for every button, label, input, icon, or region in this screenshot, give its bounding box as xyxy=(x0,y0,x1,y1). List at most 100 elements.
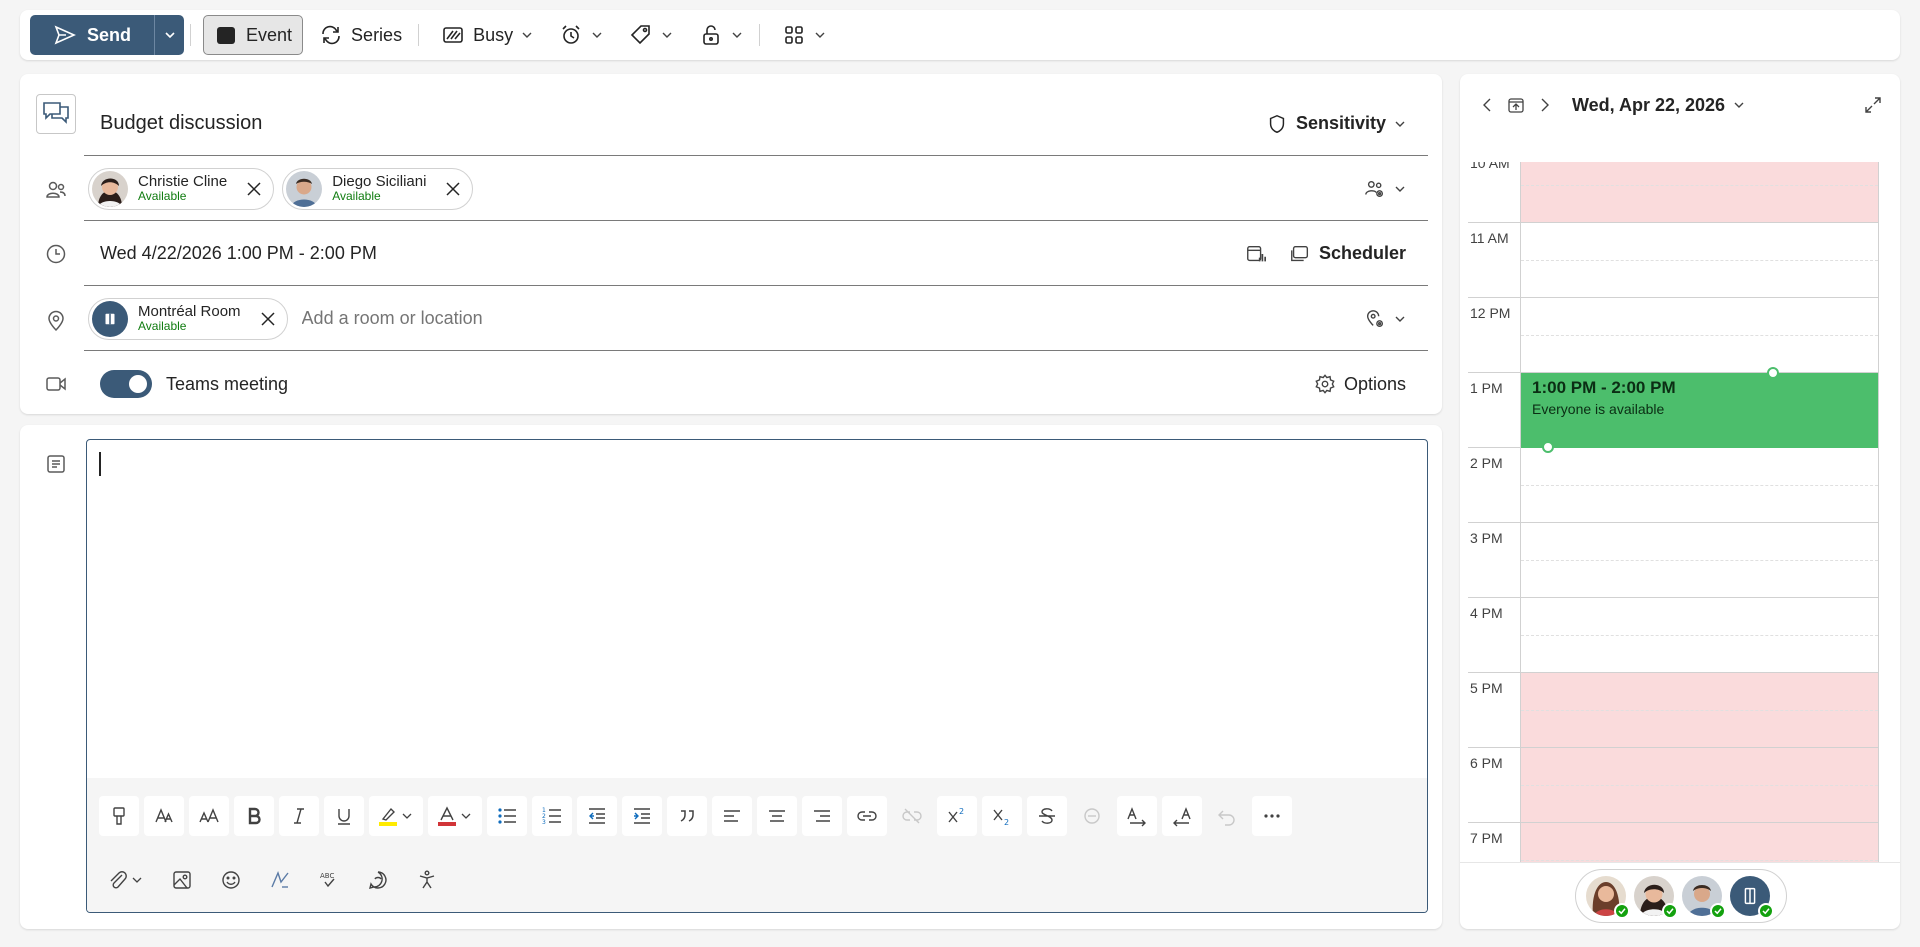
more-formatting-button[interactable] xyxy=(1252,796,1292,836)
format-painter-button[interactable] xyxy=(99,796,139,836)
show-as-dropdown[interactable]: Busy xyxy=(431,15,543,55)
previous-day-button[interactable] xyxy=(1474,91,1502,119)
accessibility-button[interactable] xyxy=(407,860,447,900)
font-button[interactable] xyxy=(144,796,184,836)
series-button[interactable]: Series xyxy=(309,15,412,55)
room-pill[interactable]: Montréal Room Available xyxy=(88,297,288,340)
increase-indent-button[interactable] xyxy=(622,796,662,836)
bullets-button[interactable] xyxy=(487,796,527,836)
resize-handle-top[interactable] xyxy=(1767,367,1779,379)
attach-file-button[interactable] xyxy=(99,860,153,900)
underline-button[interactable] xyxy=(324,796,364,836)
attendee-pill[interactable]: Christie Cline Available xyxy=(88,167,275,210)
numbering-button[interactable]: 123 xyxy=(532,796,572,836)
time-slot[interactable] xyxy=(1520,447,1878,522)
font-color-button[interactable] xyxy=(428,796,482,836)
day-timeline[interactable]: 10 AM 11 AM 12 PM 1 PM 2 PM 3 PM 4 PM 5 PM 6 PM 7… xyxy=(1460,162,1900,862)
reminder-dropdown[interactable] xyxy=(549,15,613,55)
accessibility-icon xyxy=(416,869,438,891)
insert-link-button[interactable] xyxy=(847,796,887,836)
italic-button[interactable] xyxy=(279,796,319,836)
attendee-avatar-group[interactable] xyxy=(1575,869,1787,923)
location-input[interactable] xyxy=(301,308,902,329)
editor-button[interactable]: ABC xyxy=(309,860,349,900)
clear-formatting-button[interactable] xyxy=(1072,796,1112,836)
attendee-avatar[interactable] xyxy=(1682,876,1726,919)
signature-button[interactable] xyxy=(260,860,300,900)
attendee-avatar[interactable] xyxy=(1586,876,1630,919)
highlight-button[interactable] xyxy=(369,796,423,836)
undo-button[interactable] xyxy=(1207,796,1247,836)
bold-button[interactable] xyxy=(234,796,274,836)
expand-calendar-icon[interactable] xyxy=(1862,94,1884,116)
rtl-button[interactable] xyxy=(1162,796,1202,836)
outdent-icon xyxy=(586,805,608,827)
attendee-pill[interactable]: Diego Siciliani Available xyxy=(282,167,474,210)
room-finder-icon[interactable] xyxy=(1245,243,1267,265)
toolbar-divider xyxy=(418,24,420,46)
people-settings-icon xyxy=(1364,178,1386,200)
busy-time-slot[interactable] xyxy=(1520,822,1878,862)
remove-room-icon[interactable] xyxy=(259,310,277,328)
emoji-button[interactable] xyxy=(211,860,251,900)
chevron-down-icon xyxy=(814,29,826,41)
subscript-button[interactable]: 2 xyxy=(982,796,1022,836)
event-button[interactable]: Event xyxy=(203,15,304,55)
time-slot[interactable] xyxy=(1520,522,1878,597)
apps-dropdown[interactable] xyxy=(772,15,836,55)
title-field[interactable]: Budget discussion Sensitivity xyxy=(84,92,1428,156)
hour-row: 2 PM xyxy=(1460,447,1878,522)
title-row: Budget discussion Sensitivity xyxy=(20,92,1442,157)
superscript-button[interactable]: 2 xyxy=(937,796,977,836)
proposed-meeting-block[interactable]: 1:00 PM - 2:00 PM Everyone is available xyxy=(1521,373,1878,448)
busy-time-slot[interactable] xyxy=(1520,747,1878,822)
remove-attendee-icon[interactable] xyxy=(444,180,462,198)
italic-icon xyxy=(288,805,310,827)
decrease-indent-button[interactable] xyxy=(577,796,617,836)
go-to-today-button[interactable] xyxy=(1502,91,1530,119)
meeting-title[interactable]: Budget discussion xyxy=(100,112,262,135)
strikethrough-button[interactable] xyxy=(1027,796,1067,836)
align-center-button[interactable] xyxy=(757,796,797,836)
copilot-chat-button[interactable] xyxy=(358,860,398,900)
message-body-editor[interactable]: 123 2 2 ABC xyxy=(86,439,1428,913)
attendee-avatar[interactable] xyxy=(1634,876,1678,919)
send-button[interactable]: Send xyxy=(30,15,154,55)
align-right-button[interactable] xyxy=(802,796,842,836)
unlink-icon xyxy=(901,805,923,827)
time-slot[interactable] xyxy=(1520,222,1878,297)
busy-time-slot[interactable] xyxy=(1520,672,1878,747)
room-avatar[interactable] xyxy=(1730,876,1774,919)
attendee-status: Available xyxy=(138,188,187,203)
location-row: Montréal Room Available xyxy=(20,287,1442,352)
meeting-datetime[interactable]: Wed 4/22/2026 1:00 PM - 2:00 PM xyxy=(100,243,377,264)
quote-button[interactable] xyxy=(667,796,707,836)
remove-link-button[interactable] xyxy=(892,796,932,836)
privacy-dropdown[interactable] xyxy=(689,15,753,55)
attendees-field[interactable]: Christie Cline Available Diego Siciliani… xyxy=(84,157,1428,221)
sensitivity-dropdown[interactable]: Sensitivity xyxy=(1266,113,1428,135)
font-size-button[interactable] xyxy=(189,796,229,836)
insert-picture-button[interactable] xyxy=(162,860,202,900)
attendee-name: Christie Cline xyxy=(138,172,228,190)
attendee-options-dropdown[interactable] xyxy=(1364,178,1428,200)
busy-time-slot[interactable] xyxy=(1520,162,1878,222)
next-day-button[interactable] xyxy=(1530,91,1558,119)
location-field[interactable]: Montréal Room Available xyxy=(84,287,1428,351)
datetime-field[interactable]: Wed 4/22/2026 1:00 PM - 2:00 PM Schedule… xyxy=(84,222,1428,286)
date-picker-dropdown[interactable]: Wed, Apr 22, 2026 xyxy=(1572,95,1745,116)
time-slot[interactable] xyxy=(1520,597,1878,672)
scheduler-button[interactable]: Scheduler xyxy=(1289,243,1406,265)
ltr-button[interactable] xyxy=(1117,796,1157,836)
categorize-dropdown[interactable] xyxy=(619,15,683,55)
location-options-dropdown[interactable] xyxy=(1364,308,1428,330)
options-button[interactable]: Options xyxy=(1314,373,1428,395)
send-options-dropdown[interactable] xyxy=(154,15,184,55)
unlock-icon xyxy=(699,23,723,47)
resize-handle-bottom[interactable] xyxy=(1542,441,1554,453)
command-toolbar: Send Event Series Busy xyxy=(20,10,1900,60)
remove-attendee-icon[interactable] xyxy=(245,180,263,198)
time-slot[interactable] xyxy=(1520,297,1878,372)
teams-meeting-toggle[interactable] xyxy=(100,370,152,398)
align-left-button[interactable] xyxy=(712,796,752,836)
